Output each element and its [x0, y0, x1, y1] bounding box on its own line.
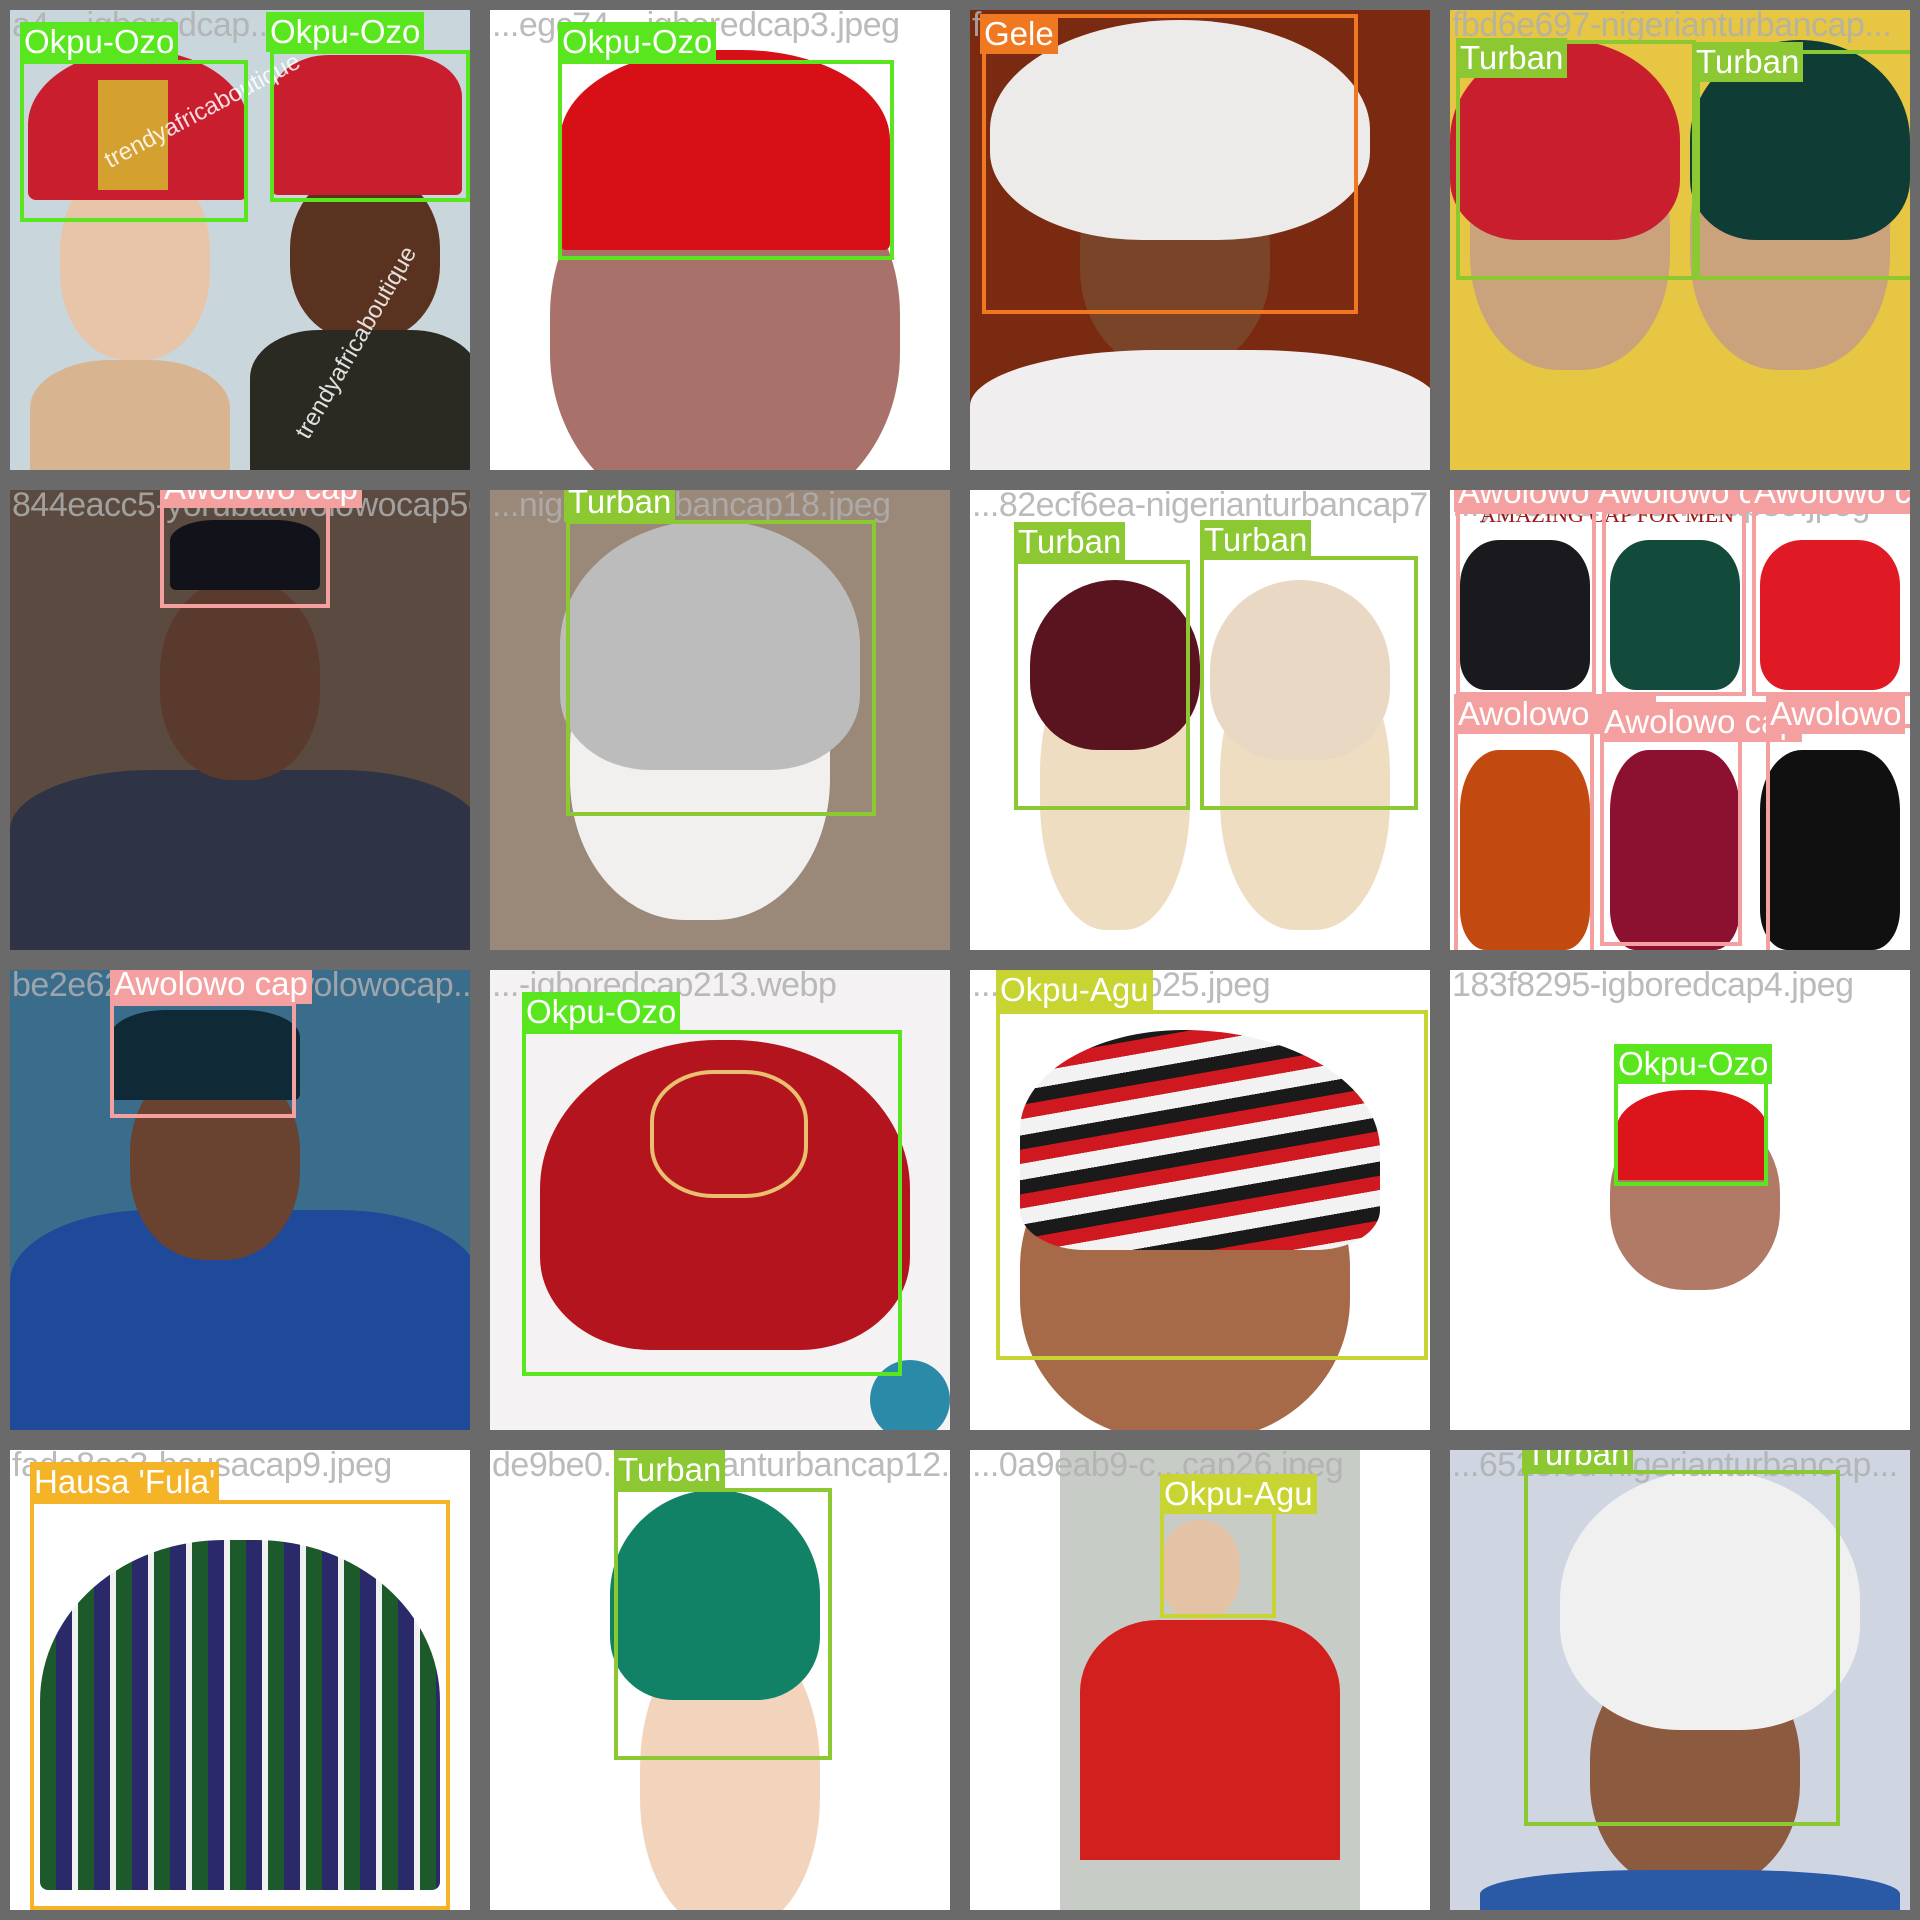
bounding-box[interactable] — [270, 50, 470, 202]
class-label: Okpu-Agu — [996, 970, 1153, 1010]
class-label: Turban — [1014, 522, 1126, 562]
bounding-box[interactable] — [522, 1030, 902, 1376]
class-label: Okpu-Ozo — [1614, 1044, 1773, 1084]
bounding-box[interactable] — [996, 1010, 1428, 1360]
tile-3[interactable]: f... Gele — [960, 0, 1440, 480]
tile-9[interactable]: be2e627e-yorubaawolowocap... Awolowo cap — [0, 960, 480, 1440]
bounding-box[interactable] — [1600, 734, 1742, 946]
bounding-box[interactable] — [20, 60, 248, 222]
tile-8[interactable]: ...yorubaawolowocap39.jpeg AMAZING CAP F… — [1440, 480, 1920, 960]
bounding-box[interactable] — [1200, 556, 1418, 810]
bounding-box[interactable] — [982, 14, 1358, 314]
bounding-box[interactable] — [1696, 50, 1910, 280]
face-shape — [160, 580, 320, 780]
bounding-box[interactable] — [1766, 724, 1910, 950]
class-label: Turban — [1456, 38, 1568, 78]
tile-1[interactable]: a4...-igboredcap... trendyafricaboutique… — [0, 0, 480, 480]
class-label: Turban — [1200, 520, 1312, 560]
garment-shape — [970, 350, 1430, 470]
class-label: Okpu-Ozo — [20, 22, 179, 62]
class-label: Hausa 'Fula' — [30, 1462, 220, 1502]
bounding-box[interactable] — [1014, 560, 1190, 810]
bounding-box[interactable] — [1614, 1080, 1768, 1186]
bounding-box[interactable] — [558, 60, 894, 260]
bounding-box[interactable] — [160, 500, 330, 608]
class-label: Awolowo — [1766, 694, 1906, 734]
bounding-box[interactable] — [1602, 510, 1746, 696]
class-label: Okpu-Ozo — [266, 12, 425, 52]
bounding-box[interactable] — [566, 520, 876, 816]
bounding-box[interactable] — [1524, 1470, 1840, 1826]
class-label: Turban — [1522, 1450, 1634, 1474]
tile-12[interactable]: 183f8295-igboredcap4.jpeg Okpu-Ozo — [1440, 960, 1920, 1440]
garment-shape — [1480, 1870, 1900, 1910]
tile-6[interactable]: ...nigerianturbancap18.jpeg Turban — [480, 480, 960, 960]
bounding-box[interactable] — [1160, 1510, 1276, 1618]
bounding-box[interactable] — [614, 1488, 832, 1760]
class-label: Gele — [980, 14, 1058, 54]
bounding-box[interactable] — [1454, 722, 1594, 950]
class-label: Awolowo cap — [110, 970, 312, 1004]
tile-14[interactable]: de9be0...-nigerianturbancap12.webp Turba… — [480, 1440, 960, 1920]
bounding-box[interactable] — [110, 1002, 296, 1118]
tile-10[interactable]: ...-igboredcap213.webp Okpu-Ozo — [480, 960, 960, 1440]
bounding-box[interactable] — [1456, 510, 1596, 696]
bounding-box[interactable] — [1752, 510, 1910, 696]
tile-2[interactable]: ...egc74...-igboredcap3.jpeg Okpu-Ozo — [480, 0, 960, 480]
class-label: Awolowo cap — [1750, 490, 1910, 512]
class-label: Awolowo cap — [160, 490, 362, 508]
tile-7[interactable]: ...82ecf6ea-nigerianturbancap7.jpeg Turb… — [960, 480, 1440, 960]
class-label: Turban — [614, 1450, 726, 1490]
class-label: Okpu-Ozo — [522, 992, 681, 1032]
class-label: Turban — [564, 490, 676, 522]
tile-16[interactable]: ...652efcd-nigerianturbancap... Turban — [1440, 1440, 1920, 1920]
class-label: Okpu-Agu — [1160, 1474, 1317, 1514]
class-label: Turban — [1692, 42, 1804, 82]
tile-5[interactable]: 844eacc5-yorubaawolowocap56.jpeg Awolowo… — [0, 480, 480, 960]
tile-15[interactable]: ...0a9eab9-c...cap26.jpeg Okpu-Agu — [960, 1440, 1440, 1920]
tile-13[interactable]: fade8ac3-hausacap9.jpeg Hausa 'Fula' — [0, 1440, 480, 1920]
tile-11[interactable]: ...igboredcap25.jpeg Okpu-Agu — [960, 960, 1440, 1440]
class-label: Okpu-Ozo — [558, 22, 717, 62]
detection-mosaic: a4...-igboredcap... trendyafricaboutique… — [0, 0, 1920, 1920]
filename-label: 183f8295-igboredcap4.jpeg — [1452, 966, 1854, 1004]
isiagu-shirt-shape — [1080, 1620, 1340, 1860]
agbada-shape — [10, 770, 470, 950]
bounding-box[interactable] — [30, 1500, 450, 1910]
filename-label: de9be0...-nigerianturbancap12.webp — [492, 1446, 950, 1484]
tile-4[interactable]: fbd6e697-nigerianturbancap... Turban Tur… — [1440, 0, 1920, 480]
tile-photo — [1450, 970, 1910, 1430]
